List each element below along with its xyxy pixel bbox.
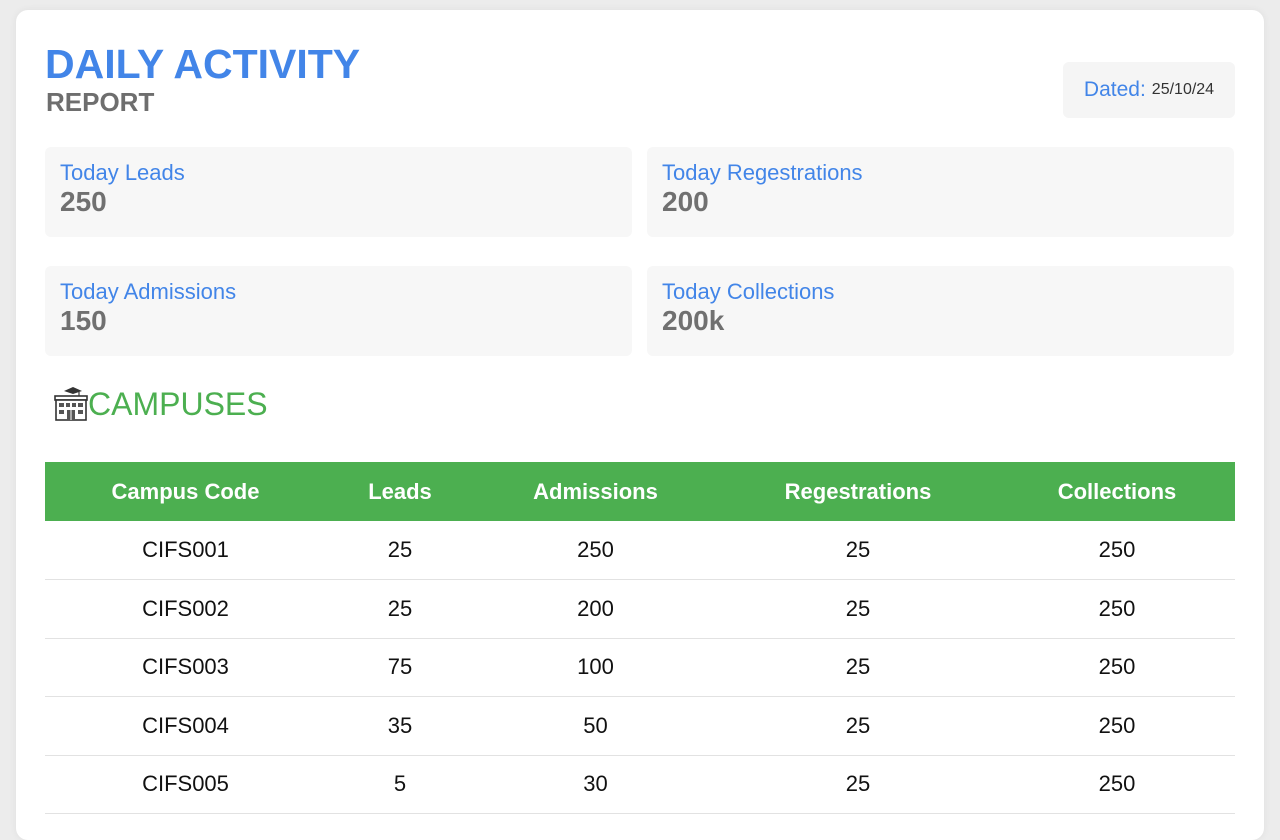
stat-label: Today Leads: [60, 160, 185, 185]
stat-value: 150: [60, 305, 107, 336]
cell-campus-code: CIFS003: [45, 638, 326, 697]
stat-label: Today Regestrations: [662, 160, 863, 185]
column-header-leads: Leads: [368, 478, 432, 504]
campuses-table: Campus Code Leads Admissions Regestratio…: [45, 462, 1235, 814]
cell-collections: 250: [999, 755, 1235, 814]
cell-registrations: 25: [717, 579, 999, 639]
stat-card-leads: Today Leads 250: [45, 147, 632, 237]
table-row: CIFS004 35 50 25 250: [45, 696, 1235, 756]
column-header-admissions: Admissions: [533, 478, 658, 504]
cell-campus-code: CIFS001: [45, 521, 326, 580]
cell-admissions: 50: [474, 696, 717, 756]
report-card: DAILY ACTIVITY REPORT Dated: 25/10/24 To…: [16, 10, 1264, 840]
column-header-registrations: Regestrations: [784, 478, 932, 504]
stat-value: 200k: [662, 305, 725, 336]
table-row: CIFS002 25 200 25 250: [45, 579, 1235, 639]
cell-collections: 250: [999, 696, 1235, 756]
cell-leads: 25: [326, 521, 474, 580]
column-header-campus-code: Campus Code: [111, 478, 260, 504]
section-title: CAMPUSES: [88, 386, 268, 422]
stat-value: 200: [662, 186, 709, 217]
stat-card-registrations: Today Regestrations 200: [647, 147, 1234, 237]
cell-leads: 5: [326, 755, 474, 814]
page-subtitle: REPORT: [46, 87, 155, 117]
table-row: CIFS005 5 30 25 250: [45, 755, 1235, 814]
table-header-row: Campus Code Leads Admissions Regestratio…: [45, 462, 1235, 521]
cell-leads: 25: [326, 579, 474, 639]
cell-campus-code: CIFS002: [45, 579, 326, 639]
dated-label: Dated:: [1083, 78, 1146, 101]
cell-campus-code: CIFS004: [45, 696, 326, 756]
stat-card-admissions: Today Admissions 150: [45, 266, 632, 356]
campuses-heading: CAMPUSES: [52, 386, 268, 422]
cell-admissions: 100: [474, 638, 717, 697]
stat-card-collections: Today Collections 200k: [647, 266, 1234, 356]
cell-collections: 250: [999, 521, 1235, 580]
school-building-icon: [54, 387, 88, 421]
column-header-collections: Collections: [1057, 478, 1177, 504]
stat-label: Today Collections: [662, 279, 835, 304]
stat-value: 250: [60, 186, 107, 217]
cell-admissions: 200: [474, 579, 717, 639]
cell-leads: 35: [326, 696, 474, 756]
cell-leads: 75: [326, 638, 474, 697]
table-row: CIFS001 25 250 25 250: [45, 521, 1235, 580]
cell-registrations: 25: [717, 638, 999, 697]
stat-label: Today Admissions: [60, 279, 237, 304]
cell-registrations: 25: [717, 521, 999, 580]
dated-badge: Dated: 25/10/24: [1063, 62, 1235, 118]
cell-admissions: 250: [474, 521, 717, 580]
cell-registrations: 25: [717, 696, 999, 756]
cell-collections: 250: [999, 638, 1235, 697]
cell-registrations: 25: [717, 755, 999, 814]
cell-campus-code: CIFS005: [45, 755, 326, 814]
dated-value: 25/10/24: [1151, 81, 1215, 98]
cell-admissions: 30: [474, 755, 717, 814]
page-title: DAILY ACTIVITY: [45, 41, 361, 87]
cell-collections: 250: [999, 579, 1235, 639]
table-row: CIFS003 75 100 25 250: [45, 638, 1235, 697]
